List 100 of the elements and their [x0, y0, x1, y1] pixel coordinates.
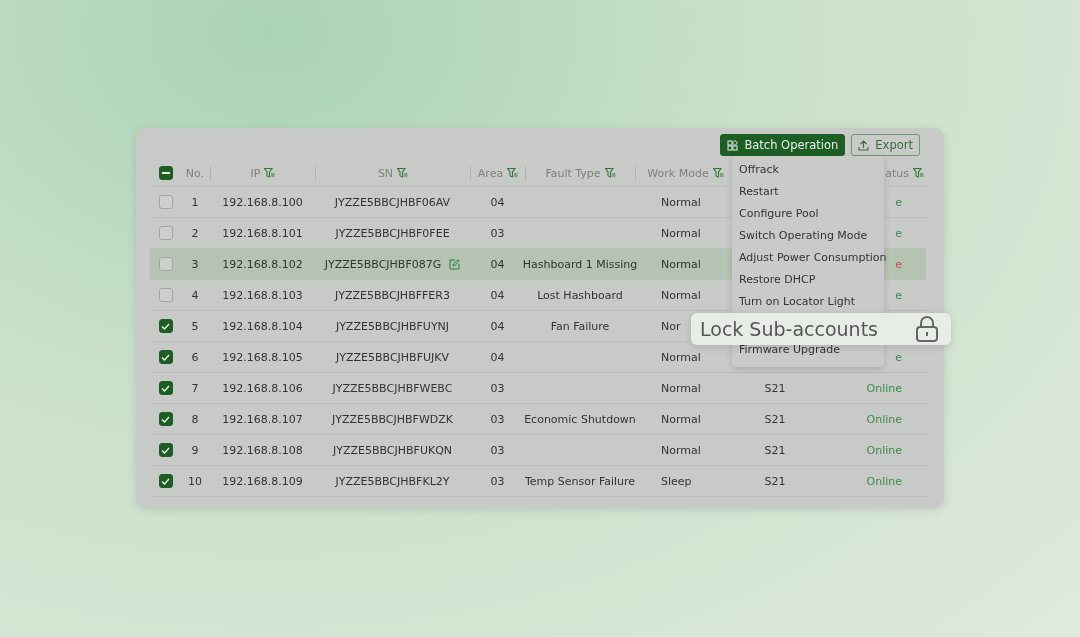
row-number: 5	[191, 319, 199, 333]
table-row[interactable]: 7 192.168.8.106 JYZZE5BBCJHBFWEBC 03 Normal S21 Online	[150, 373, 926, 404]
filter-icon[interactable]	[264, 168, 276, 178]
filter-icon[interactable]	[507, 168, 519, 178]
ip-cell: 192.168.8.106	[222, 381, 303, 395]
status-text: e	[895, 257, 902, 271]
status-text: e	[895, 350, 902, 364]
work-mode-cell: Normal	[661, 226, 701, 240]
ip-cell: 192.168.8.101	[222, 226, 303, 240]
menu-item[interactable]: Adjust Power Consumption	[739, 247, 887, 269]
status-text: Online	[866, 412, 902, 426]
area-cell: 04	[490, 288, 505, 302]
row-checkbox[interactable]	[158, 474, 173, 488]
menu-item[interactable]: Turn on Locator Light	[739, 291, 855, 313]
area-cell: 03	[490, 226, 505, 240]
sn-cell: JYZZE5BBCJHBFUYNJ	[335, 319, 450, 333]
sn-cell: JYZZE5BBCJHBF06AV	[334, 195, 451, 209]
work-mode-cell: Normal	[661, 257, 701, 271]
ip-cell: 192.168.8.103	[222, 288, 303, 302]
row-checkbox[interactable]	[158, 288, 173, 302]
check-icon	[161, 446, 170, 454]
area-cell: 03	[490, 381, 505, 395]
work-mode-cell: Normal	[661, 381, 701, 395]
status-text: Online	[866, 474, 902, 488]
row-checkbox[interactable]	[158, 195, 173, 209]
table-row[interactable]: 8 192.168.8.107 JYZZE5BBCJHBFWDZK 03 Economic Shutdown Normal S21 Online	[150, 404, 926, 435]
edit-icon[interactable]	[449, 258, 461, 270]
select-all-checkbox[interactable]	[158, 166, 173, 180]
check-icon	[161, 477, 170, 485]
menu-item[interactable]: Offrack	[739, 159, 779, 181]
ip-cell: 192.168.8.100	[222, 195, 303, 209]
filter-icon[interactable]	[397, 168, 409, 178]
area-cell: 04	[490, 195, 505, 209]
row-number: 9	[191, 443, 199, 457]
ip-cell: 192.168.8.104	[222, 319, 303, 333]
export-button[interactable]: Export	[851, 134, 920, 156]
area-cell: 03	[490, 474, 505, 488]
fault-type-cell: Lost Hashboard	[537, 288, 623, 302]
work-mode-cell: Normal	[661, 288, 701, 302]
minus-icon	[161, 172, 170, 174]
row-checkbox[interactable]	[158, 412, 173, 426]
status-text: e	[895, 195, 902, 209]
work-mode-cell: Normal	[661, 350, 701, 364]
area-cell: 04	[490, 350, 505, 364]
fault-type-cell: Fan Failure	[550, 319, 610, 333]
table-row[interactable]: 9 192.168.8.108 JYZZE5BBCJHBFUKQN 03 Normal S21 Online	[150, 435, 926, 466]
grid-icon	[727, 139, 739, 151]
area-cell: 04	[490, 257, 505, 271]
area-cell: 04	[490, 319, 505, 333]
fault-type-cell: Hashboard 1 Missing	[522, 257, 638, 271]
menu-item[interactable]: Switch Operating Mode	[739, 225, 868, 247]
check-icon	[161, 353, 170, 361]
column-header: IP	[250, 166, 261, 180]
column-header: SN	[377, 166, 394, 180]
status-text: Online	[866, 381, 902, 395]
row-number: 3	[191, 257, 199, 271]
sn-cell: JYZZE5BBCJHBFWDZK	[331, 412, 454, 426]
work-mode-cell: Normal	[661, 195, 701, 209]
column-header: Work Mode	[647, 166, 709, 180]
batch-operation-button[interactable]: Batch Operation	[720, 134, 846, 156]
check-icon	[161, 384, 170, 392]
row-checkbox[interactable]	[158, 443, 173, 457]
column-header: Fault Type	[545, 166, 601, 180]
status-text: e	[895, 226, 902, 240]
model-cell: S21	[764, 412, 786, 426]
work-mode-cell: Normal	[661, 412, 701, 426]
column-header: atus	[885, 166, 909, 180]
sn-cell: JYZZE5BBCJHBFUJKV	[336, 350, 449, 364]
row-checkbox[interactable]	[158, 319, 173, 333]
row-number: 2	[191, 226, 199, 240]
fault-type-cell: Economic Shutdown	[524, 412, 636, 426]
area-cell: 03	[490, 412, 505, 426]
model-cell: S21	[764, 474, 786, 488]
check-icon	[161, 322, 170, 330]
filter-icon[interactable]	[604, 168, 616, 178]
ip-cell: 192.168.8.105	[222, 350, 303, 364]
sn-cell: JYZZE5BBCJHBF0FEE	[335, 226, 450, 240]
lock-icon	[915, 316, 939, 342]
column-header: Area	[477, 166, 504, 180]
fault-type-cell: Temp Sensor Failure	[524, 474, 636, 488]
row-checkbox[interactable]	[158, 350, 173, 364]
work-mode-cell: Sleep	[661, 474, 692, 488]
row-checkbox[interactable]	[158, 226, 173, 240]
work-mode-cell: Normal	[661, 443, 701, 457]
filter-icon[interactable]	[913, 168, 924, 178]
filter-icon[interactable]	[712, 168, 724, 178]
check-icon	[161, 415, 170, 423]
menu-item-tooltip[interactable]: Lock Sub-accounts	[691, 313, 951, 345]
ip-cell: 192.168.8.109	[222, 474, 303, 488]
column-header: No.	[185, 166, 205, 180]
row-checkbox[interactable]	[158, 257, 173, 271]
row-number: 6	[191, 350, 199, 364]
sn-cell: JYZZE5BBCJHBFUKQN	[332, 443, 453, 457]
table-row[interactable]: 10 192.168.8.109 JYZZE5BBCJHBFKL2Y 03 Temp Sensor Failure Sleep S21 Online	[150, 466, 926, 497]
sn-cell: JYZZE5BBCJHBFWEBC	[332, 381, 453, 395]
ip-cell: 192.168.8.102	[222, 257, 303, 271]
row-number: 1	[191, 195, 199, 209]
row-checkbox[interactable]	[158, 381, 173, 395]
row-number: 8	[191, 412, 199, 426]
row-number: 10	[188, 474, 202, 488]
